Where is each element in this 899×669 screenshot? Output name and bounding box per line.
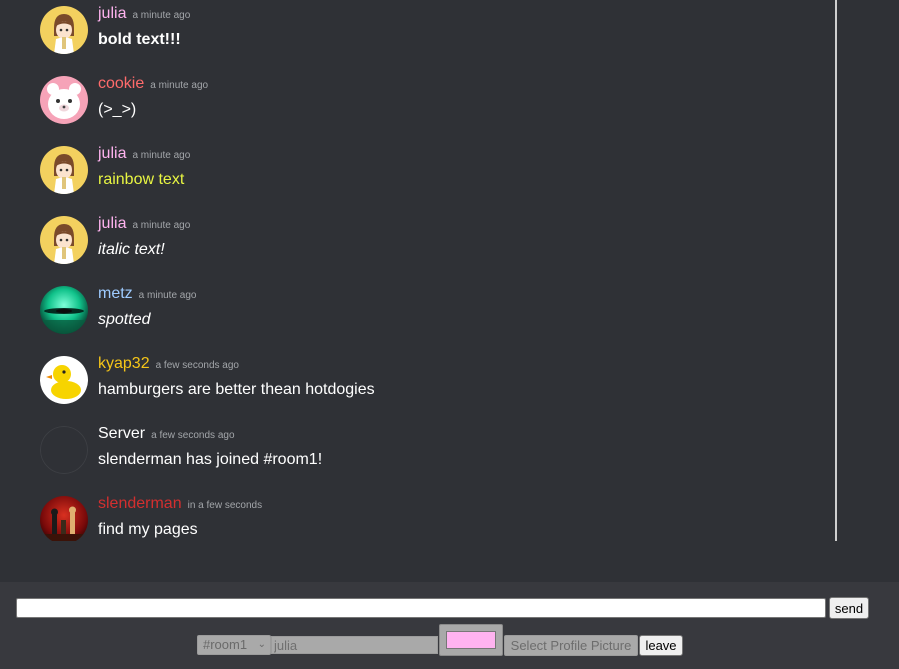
message-header: slenderman in a few seconds xyxy=(98,495,262,513)
username[interactable]: slenderman xyxy=(98,495,182,512)
leave-button[interactable]: leave xyxy=(639,635,683,656)
timestamp: a minute ago xyxy=(132,10,191,21)
message-header: julia a minute ago xyxy=(98,145,190,163)
message-list[interactable]: julia a minute ago bold text!!! cookie a… xyxy=(0,0,836,541)
select-profile-picture-button[interactable]: Select Profile Picture xyxy=(504,635,638,656)
message-item: cookie a minute ago (>_>) xyxy=(40,75,820,136)
message-text: find my pages xyxy=(98,521,198,538)
timestamp: a minute ago xyxy=(132,150,191,161)
message-text: bold text!!! xyxy=(98,31,181,48)
green-orb-avatar[interactable] xyxy=(40,286,88,334)
timestamp: a minute ago xyxy=(132,220,191,231)
bear-avatar[interactable] xyxy=(40,76,88,124)
username[interactable]: kyap32 xyxy=(98,355,150,372)
message-item: julia a minute ago italic text! xyxy=(40,215,820,276)
server-avatar[interactable] xyxy=(40,426,88,474)
scrollbar[interactable] xyxy=(835,0,837,541)
room-select[interactable]: #room1 ⌄ xyxy=(197,635,271,655)
message-header: cookie a minute ago xyxy=(98,75,208,93)
message-item: julia a minute ago rainbow text xyxy=(40,145,820,206)
chat-app: julia a minute ago bold text!!! cookie a… xyxy=(0,0,899,669)
timestamp: a minute ago xyxy=(138,290,197,301)
message-text: rainbow text xyxy=(98,171,185,188)
username[interactable]: metz xyxy=(98,285,133,302)
timestamp: a minute ago xyxy=(150,80,209,91)
timestamp: a few seconds ago xyxy=(155,360,239,371)
chess-avatar[interactable] xyxy=(40,496,88,541)
message-text: slenderman has joined #room1! xyxy=(98,451,323,468)
message-input[interactable] xyxy=(16,598,826,618)
username[interactable]: Server xyxy=(98,425,145,442)
room-select-value: #room1 xyxy=(203,637,248,652)
username[interactable]: julia xyxy=(98,145,126,162)
username[interactable]: julia xyxy=(98,5,126,22)
message-text: (>_>) xyxy=(98,101,137,118)
message-item: kyap32 a few seconds ago hamburgers are b… xyxy=(40,355,820,416)
color-picker[interactable] xyxy=(439,624,503,656)
message-header: metz a minute ago xyxy=(98,285,197,303)
color-swatch xyxy=(446,631,496,649)
composer-bar: send #room1 ⌄ Select Profile Picture lea… xyxy=(0,582,899,669)
anime-girl-avatar[interactable] xyxy=(40,6,88,54)
timestamp: a few seconds ago xyxy=(151,430,235,441)
message-item: julia a minute ago bold text!!! xyxy=(40,5,820,66)
timestamp: in a few seconds xyxy=(187,500,263,511)
anime-girl-avatar[interactable] xyxy=(40,146,88,194)
send-button[interactable]: send xyxy=(829,597,869,619)
username[interactable]: cookie xyxy=(98,75,144,92)
username[interactable]: julia xyxy=(98,215,126,232)
username-input[interactable] xyxy=(271,636,438,654)
message-item: Server a few seconds ago slenderman has j… xyxy=(40,425,820,486)
message-header: Server a few seconds ago xyxy=(98,425,235,443)
message-header: kyap32 a few seconds ago xyxy=(98,355,239,373)
message-text: hamburgers are better thean hotdogies xyxy=(98,381,375,398)
message-header: julia a minute ago xyxy=(98,5,190,23)
anime-girl-avatar[interactable] xyxy=(40,216,88,264)
message-text: spotted xyxy=(98,311,151,328)
message-header: julia a minute ago xyxy=(98,215,190,233)
chevron-down-icon: ⌄ xyxy=(257,639,266,650)
rubber-duck-avatar[interactable] xyxy=(40,356,88,404)
message-item: metz a minute ago spotted xyxy=(40,285,820,346)
message-item: slenderman in a few seconds find my pages xyxy=(40,495,820,541)
message-text: italic text! xyxy=(98,241,165,258)
